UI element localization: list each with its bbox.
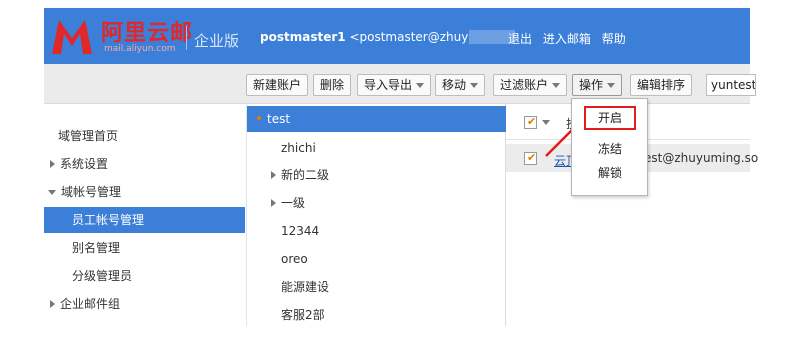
sidebar-item-label: 员工帐号管理 xyxy=(72,213,145,227)
tree-item-test[interactable]: test xyxy=(247,106,506,132)
tree-item-label: 一级 xyxy=(281,196,306,210)
user-info: postmaster1 <postmaster@zhuy xyxy=(260,30,517,44)
tree-item[interactable]: 12344 xyxy=(247,218,506,244)
sidebar-item-mail-groups[interactable]: 企业邮件组 xyxy=(44,291,245,317)
chevron-down-icon xyxy=(48,190,56,195)
logo-divider xyxy=(186,26,187,50)
chevron-right-icon[interactable] xyxy=(271,199,276,207)
check-icon: ✔ xyxy=(527,115,537,128)
filter-accounts-label: 过滤账户 xyxy=(500,78,549,92)
select-all-checkbox[interactable]: ✔ xyxy=(524,116,537,129)
sidebar-item-system-settings[interactable]: 系统设置 xyxy=(44,151,245,177)
logout-link[interactable]: 退出 xyxy=(508,32,532,46)
chevron-down-icon xyxy=(416,83,425,88)
department-tree: test zhichi 新的二级 一级 12344 oreo 能源建设 客服2部 xyxy=(246,104,506,326)
tree-item-label: oreo xyxy=(281,252,308,266)
menu-item-freeze[interactable]: 冻结 xyxy=(572,137,647,161)
sidebar-item-label: 企业邮件组 xyxy=(60,297,121,311)
sidebar-item-label: 域管理首页 xyxy=(58,129,119,143)
import-export-button[interactable]: 导入导出 xyxy=(357,74,432,96)
chevron-right-icon xyxy=(50,300,55,308)
chevron-down-icon xyxy=(607,83,616,88)
menu-item-label: 解锁 xyxy=(598,166,623,180)
user-name: postmaster1 xyxy=(260,30,346,44)
delete-button[interactable]: 删除 xyxy=(313,74,352,96)
account-email: est@zhuyuming.so xyxy=(644,151,759,165)
tree-item-label: 能源建设 xyxy=(281,280,330,294)
delete-label: 删除 xyxy=(320,78,345,92)
bullet-icon xyxy=(257,116,261,120)
edition-label: 企业版 xyxy=(194,32,240,50)
sidebar-item-label: 分级管理员 xyxy=(72,269,133,283)
tree-item[interactable]: 一级 xyxy=(247,190,506,216)
logo-url: mail.aliyun.com xyxy=(104,44,176,54)
tree-item[interactable]: 能源建设 xyxy=(247,274,506,300)
sidebar-item-aliases[interactable]: 别名管理 xyxy=(44,235,245,261)
logo-text: 阿里云邮 xyxy=(101,21,194,46)
sidebar-item-domain-accounts[interactable]: 域帐号管理 xyxy=(44,179,245,205)
import-export-label: 导入导出 xyxy=(364,78,413,92)
tree-item-label: 12344 xyxy=(281,224,320,238)
chevron-down-icon xyxy=(552,83,561,88)
tree-item-label: zhichi xyxy=(281,141,316,155)
filter-accounts-button[interactable]: 过滤账户 xyxy=(493,74,568,96)
operations-menu: 开启 冻结 解锁 xyxy=(571,98,648,196)
tree-item-label: test xyxy=(267,112,291,126)
sidebar-item-tiered-admins[interactable]: 分级管理员 xyxy=(44,263,245,289)
user-email: <postmaster@zhuy xyxy=(349,30,469,44)
chevron-right-icon xyxy=(50,160,55,168)
sidebar-item-label: 别名管理 xyxy=(72,241,121,255)
sidebar-item-label: 域帐号管理 xyxy=(61,185,122,199)
header-links: 退出 进入邮箱 帮助 xyxy=(508,30,633,47)
operations-label: 操作 xyxy=(579,78,604,92)
new-account-button[interactable]: 新建账户 xyxy=(246,74,309,96)
enter-mailbox-link[interactable]: 进入邮箱 xyxy=(543,32,591,46)
move-button[interactable]: 移动 xyxy=(435,74,486,96)
chevron-right-icon[interactable] xyxy=(271,171,276,179)
menu-item-label: 冻结 xyxy=(598,142,623,156)
operations-button[interactable]: 操作 xyxy=(572,74,623,96)
help-link[interactable]: 帮助 xyxy=(602,32,626,46)
tree-item-label: 新的二级 xyxy=(281,168,330,182)
tree-item[interactable]: zhichi xyxy=(247,135,506,161)
sidebar: 域管理首页 系统设置 域帐号管理 员工帐号管理 别名管理 分级管理员 企业邮件组 xyxy=(44,104,245,326)
new-account-label: 新建账户 xyxy=(253,78,302,92)
edit-sort-label: 编辑排序 xyxy=(637,78,686,92)
top-header: 阿里云邮 mail.aliyun.com 企业版 postmaster1 <po… xyxy=(44,8,750,64)
edit-sort-button[interactable]: 编辑排序 xyxy=(630,74,693,96)
chevron-down-icon xyxy=(470,83,479,88)
sidebar-item-employee-accounts[interactable]: 员工帐号管理 xyxy=(44,207,245,233)
tree-item-label: 客服2部 xyxy=(281,308,325,322)
search-input[interactable]: yuntest xyxy=(706,74,756,96)
check-icon: ✔ xyxy=(527,151,537,164)
tree-item[interactable]: oreo xyxy=(247,246,506,272)
menu-item-unlock[interactable]: 解锁 xyxy=(572,161,647,185)
sidebar-item-domain-home[interactable]: 域管理首页 xyxy=(44,123,245,149)
tree-item[interactable]: 客服2部 xyxy=(247,302,506,328)
menu-item-label: 开启 xyxy=(598,111,623,125)
move-label: 移动 xyxy=(442,78,467,92)
tree-item[interactable]: 新的二级 xyxy=(247,162,506,188)
menu-item-enable[interactable]: 开启 xyxy=(584,106,636,130)
sidebar-item-label: 系统设置 xyxy=(60,157,109,171)
logo-m-icon xyxy=(52,20,92,54)
row-checkbox[interactable]: ✔ xyxy=(524,152,537,165)
